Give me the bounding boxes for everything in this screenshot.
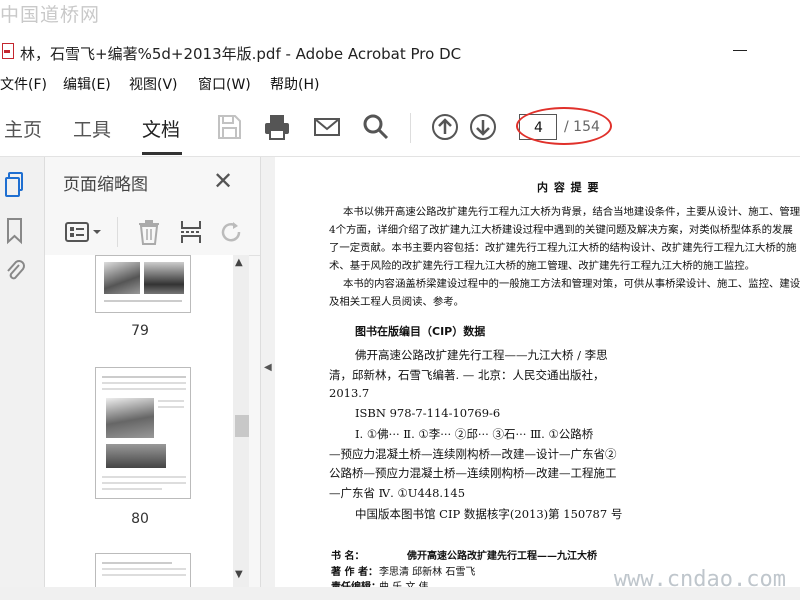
cip-line: 2013.7: [329, 386, 370, 400]
colophon-label: 书 名：: [331, 551, 365, 562]
summary-line: 4个方面，详细介绍了改扩建九江大桥建设过程中遇到的关键问题及解决方案，对类似桥型…: [329, 224, 793, 236]
thumbnail-text-line: [102, 562, 172, 564]
classification-line: 公路桥—预应力混凝土桥—连续刚构桥—改建—工程施工: [329, 466, 617, 480]
colophon-value: 佛开高速公路改扩建先行工程——九江大桥: [407, 551, 597, 562]
thumbnail-text-line: [102, 376, 186, 378]
cip-heading: 图书在版编目（CIP）数据: [355, 325, 486, 338]
title-bar: 林，石雪飞+编著%5d+2013年版.pdf - Adobe Acrobat P…: [0, 30, 800, 70]
page-up-icon[interactable]: [430, 112, 460, 142]
attachment-icon[interactable]: [4, 257, 26, 285]
thumbnail-page-number: 79: [131, 323, 149, 339]
bookmark-icon[interactable]: [4, 217, 26, 245]
collapse-panel-icon[interactable]: ◀: [264, 362, 272, 373]
thumbnail-text-line: [102, 388, 186, 390]
thumbnail-text-line: [158, 406, 184, 408]
tab-home[interactable]: 主页: [4, 115, 42, 142]
thumbnails-title: 页面缩略图: [63, 175, 148, 195]
options-icon[interactable]: [65, 221, 103, 243]
thumbnail-photo: [144, 262, 184, 294]
thumbnail-text-line: [102, 482, 186, 484]
page-thumbnail[interactable]: [95, 255, 191, 313]
scrollbar-thumb[interactable]: [235, 415, 249, 437]
thumbnail-photo: [104, 262, 140, 294]
cip-number: 中国版本图书馆 CIP 数据核字(2013)第 150787 号: [355, 507, 623, 521]
watermark-bottom: www.cndao.com: [613, 567, 786, 592]
toolbar-separator: [410, 113, 411, 143]
thumb-toolbar-separator: [117, 217, 118, 247]
summary-line: 了一定贡献。本书主要内容包括：改扩建先行工程九江大桥的结构设计、改扩建先行工程九…: [329, 242, 797, 254]
minimize-button[interactable]: [733, 50, 747, 51]
tab-tools[interactable]: 工具: [73, 115, 111, 142]
page-thumbnail[interactable]: [95, 367, 191, 499]
page-thumbnail[interactable]: [95, 553, 191, 587]
colophon-value: 李思清 邱新林 石雪飞: [379, 567, 476, 578]
menu-file[interactable]: 文件(F): [0, 74, 47, 94]
thumbnail-photo: [106, 444, 166, 468]
thumbnail-text-line: [102, 476, 186, 478]
close-icon[interactable]: ✕: [213, 167, 233, 195]
email-icon[interactable]: [312, 112, 342, 142]
active-tab-indicator: [142, 152, 182, 155]
thumbnails-list: 79 80: [45, 255, 233, 587]
summary-line: 本书以佛开高速公路改扩建先行工程九江大桥为背景，结合当地建设条件，主要从设计、施…: [343, 206, 800, 218]
cip-line: 清，邱新林，石雪飞编著. — 北京：人民交通出版社，: [329, 368, 605, 382]
tab-document[interactable]: 文档: [142, 115, 180, 142]
summary-heading: 内 容 提 要: [537, 181, 600, 194]
thumbnail-text-line: [158, 400, 184, 402]
panel-splitter[interactable]: ◀: [260, 157, 276, 587]
highlight-ellipse: [516, 107, 612, 145]
colophon-label: 著 作 者：: [331, 567, 378, 578]
menu-edit[interactable]: 编辑(E): [63, 74, 111, 94]
cip-line: 佛开高速公路改扩建先行工程——九江大桥 / 李思: [355, 348, 608, 362]
thumbnails-toolbar: [45, 209, 260, 256]
colophon-label: 责任编辑：: [331, 578, 381, 587]
sidebar-strip: [0, 157, 45, 587]
cip-line: ISBN 978-7-114-10769-6: [355, 406, 501, 420]
pdf-file-icon: [2, 43, 14, 59]
thumbnail-text-line: [102, 488, 162, 490]
thumbnail-text-line: [102, 382, 186, 384]
toolbar: 主页 工具 文档 4 / 154: [0, 100, 800, 157]
menu-help[interactable]: 帮助(H): [270, 74, 319, 94]
document-page: 内 容 提 要 本书以佛开高速公路改扩建先行工程九江大桥为背景，结合当地建设条件…: [275, 157, 800, 587]
summary-line: 术、基于风险的改扩建先行工程九江大桥的施工管理、改扩建先行工程九江大桥的施工监控…: [329, 260, 756, 272]
scroll-down-icon[interactable]: ▼: [235, 569, 243, 580]
delete-icon[interactable]: [137, 219, 161, 245]
page-down-icon[interactable]: [468, 112, 498, 142]
thumbnail-text-line: [102, 574, 186, 576]
save-icon[interactable]: [214, 112, 244, 142]
summary-line: 本书的内容涵盖桥梁建设过程中的一般施工方法和管理对策，可供从事桥梁设计、施工、监…: [343, 278, 800, 290]
thumbnail-text-line: [102, 568, 186, 570]
classification-line: Ⅰ. ①佛··· Ⅱ. ①李··· ②邱··· ③石··· Ⅲ. ①公路桥: [355, 427, 594, 441]
watermark-top: 中国道桥网: [0, 4, 101, 26]
colophon-value: 曲 乐 文 伟: [379, 578, 429, 587]
classification-line: —预应力混凝土桥—连续刚构桥—改建—设计—广东省②: [329, 447, 617, 461]
menu-window[interactable]: 窗口(W): [198, 74, 251, 94]
print-icon[interactable]: [262, 112, 292, 142]
thumbnail-page-number: 80: [131, 511, 149, 527]
summary-line: 及相关工程人员阅读、参考。: [329, 296, 465, 308]
search-icon[interactable]: [361, 112, 391, 142]
thumbnails-panel: 页面缩略图 ✕ 79 80 ▲ ▼: [45, 157, 260, 587]
thumbnail-photo: [106, 398, 154, 438]
thumbnail-text-line: [104, 300, 182, 302]
insert-page-icon[interactable]: [179, 219, 203, 245]
menu-view[interactable]: 视图(V): [129, 74, 178, 94]
window-title: 林，石雪飞+编著%5d+2013年版.pdf - Adobe Acrobat P…: [20, 45, 462, 63]
rotate-icon[interactable]: [219, 219, 245, 245]
scroll-up-icon[interactable]: ▲: [235, 257, 243, 268]
page-thumbnails-icon[interactable]: [4, 171, 26, 199]
classification-line: —广东省 Ⅳ. ①U448.145: [329, 486, 466, 500]
